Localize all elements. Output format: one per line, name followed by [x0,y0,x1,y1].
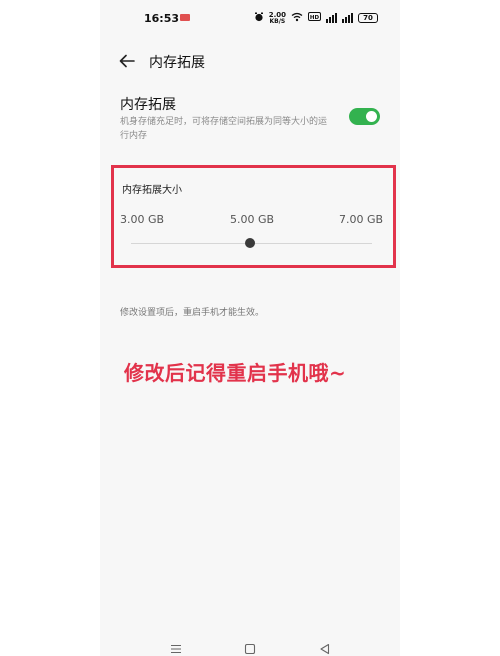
menu-icon[interactable] [169,640,183,654]
home-icon[interactable] [243,640,257,655]
status-icons: 2.00 KB/S HD 70 [254,10,378,26]
system-nav-bar [100,636,400,656]
signal-strength-icon [342,13,353,23]
signal-strength-icon [326,13,337,23]
size-card-title: 内存拓展大小 [122,185,182,196]
restart-note: 修改设置项后，重启手机才能生效。 [120,308,265,318]
size-option-label[interactable]: 3.00 GB [120,213,164,226]
toggle-knob [366,111,377,122]
setting-description: 机身存储充足时，可将存储空间拓展为同等大小的运行内存 [120,117,328,141]
battery-level: 70 [363,14,373,22]
phone-screen: 16:53 2.00 KB/S HD 70 内存拓展 内存拓展 机身存储充足时，… [100,0,400,656]
back-triangle-icon[interactable] [318,640,332,655]
size-option-label[interactable]: 5.00 GB [230,213,274,226]
setting-title: 内存拓展 [120,97,176,113]
status-bar: 16:53 2.00 KB/S HD 70 [100,0,400,38]
page-title: 内存拓展 [149,55,205,71]
memory-extension-toggle[interactable] [349,108,380,125]
battery-icon: 70 [358,13,378,23]
network-speed-unit: KB/S [269,17,286,25]
page-header: 内存拓展 [100,44,400,78]
notification-badge-icon [180,14,190,21]
hd-icon: HD [308,12,321,24]
back-arrow-icon[interactable] [118,52,136,70]
hd-label: HD [310,15,320,21]
status-time: 16:53 [144,12,180,25]
annotation-caption: 修改后记得重启手机哦~ [124,361,347,385]
memory-extension-setting: 内存拓展 机身存储充足时，可将存储空间拓展为同等大小的运行内存 [100,90,400,146]
size-option-label[interactable]: 7.00 GB [339,213,383,226]
wifi-icon [291,12,303,25]
network-speed: 2.00 KB/S [269,11,286,25]
alarm-icon [254,12,264,25]
size-slider-thumb[interactable] [245,238,255,248]
extension-size-card: 内存拓展大小 3.00 GB 5.00 GB 7.00 GB [111,165,396,268]
